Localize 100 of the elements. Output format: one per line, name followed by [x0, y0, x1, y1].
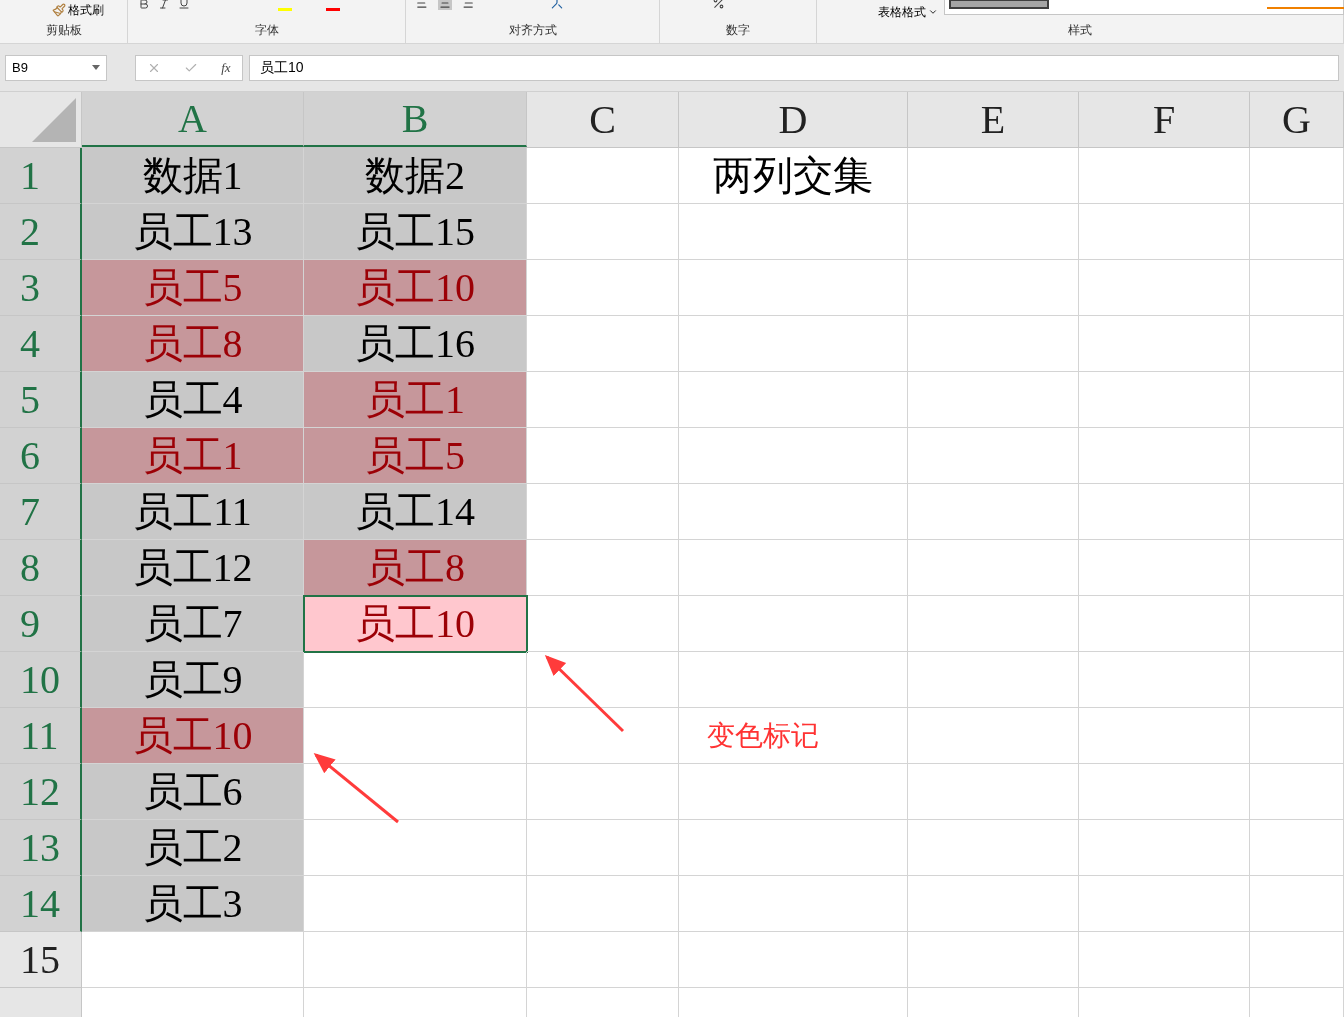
style-swatch[interactable] [949, 0, 1049, 9]
table-cell[interactable] [1250, 652, 1344, 708]
table-cell[interactable] [679, 876, 908, 932]
table-cell[interactable] [527, 652, 679, 708]
table-cell[interactable] [1250, 596, 1344, 652]
table-cell[interactable] [908, 596, 1079, 652]
table-cell[interactable] [527, 708, 679, 764]
percent-icon[interactable] [712, 0, 725, 10]
table-cell[interactable] [679, 820, 908, 876]
table-cell[interactable]: 数据1 [82, 148, 304, 204]
style-gallery[interactable] [944, 0, 1344, 15]
row-header[interactable]: 3 [0, 260, 82, 316]
table-cell[interactable] [304, 876, 527, 932]
table-cell[interactable]: 员工11 [82, 484, 304, 540]
table-cell[interactable] [304, 932, 527, 988]
table-cell[interactable]: 员工10 [304, 596, 527, 652]
table-cell[interactable] [527, 876, 679, 932]
table-cell[interactable]: 员工7 [82, 596, 304, 652]
column-header[interactable]: F [1079, 92, 1250, 147]
row-header[interactable]: 8 [0, 540, 82, 596]
table-cell[interactable] [1250, 876, 1344, 932]
row-header[interactable]: 6 [0, 428, 82, 484]
table-cell[interactable] [1250, 428, 1344, 484]
table-cell[interactable] [1079, 260, 1250, 316]
table-format-button[interactable]: 表格格式 [878, 3, 926, 21]
table-cell[interactable] [527, 484, 679, 540]
table-cell[interactable]: 员工9 [82, 652, 304, 708]
table-cell[interactable]: 员工12 [82, 540, 304, 596]
table-cell[interactable] [1250, 148, 1344, 204]
row-header[interactable]: 15 [0, 932, 82, 988]
table-cell[interactable] [908, 372, 1079, 428]
column-header[interactable]: C [527, 92, 679, 147]
table-cell[interactable]: 员工16 [304, 316, 527, 372]
table-cell[interactable] [527, 820, 679, 876]
table-cell[interactable] [908, 932, 1079, 988]
table-cell[interactable] [908, 876, 1079, 932]
table-cell[interactable]: 员工13 [82, 204, 304, 260]
row-header[interactable]: 4 [0, 316, 82, 372]
dropdown-icon[interactable] [928, 7, 938, 17]
table-cell[interactable] [679, 204, 908, 260]
table-cell[interactable] [908, 764, 1079, 820]
table-cell[interactable] [527, 596, 679, 652]
table-cell[interactable] [1250, 540, 1344, 596]
table-cell[interactable] [1250, 820, 1344, 876]
table-cell[interactable] [1079, 932, 1250, 988]
table-cell[interactable] [679, 260, 908, 316]
paintbrush-icon[interactable] [52, 3, 66, 17]
table-cell[interactable] [1079, 708, 1250, 764]
table-cell[interactable]: 员工4 [82, 372, 304, 428]
table-cell[interactable] [527, 204, 679, 260]
table-cell[interactable] [304, 652, 527, 708]
column-header[interactable]: A [82, 92, 304, 147]
table-cell[interactable] [1250, 484, 1344, 540]
table-cell[interactable] [679, 428, 908, 484]
table-cell[interactable] [908, 820, 1079, 876]
table-cell[interactable] [1079, 372, 1250, 428]
table-cell[interactable] [679, 540, 908, 596]
table-cell[interactable] [679, 316, 908, 372]
table-cell[interactable] [679, 652, 908, 708]
bold-icon[interactable] [138, 0, 150, 10]
table-cell[interactable] [1079, 652, 1250, 708]
table-cell[interactable]: 员工6 [82, 764, 304, 820]
table-cell[interactable]: 员工15 [304, 204, 527, 260]
table-cell[interactable] [1079, 316, 1250, 372]
table-cell[interactable] [908, 148, 1079, 204]
row-header[interactable]: 2 [0, 204, 82, 260]
table-cell[interactable] [527, 316, 679, 372]
table-cell[interactable] [527, 540, 679, 596]
table-cell[interactable] [527, 764, 679, 820]
row-header[interactable]: 7 [0, 484, 82, 540]
table-cell[interactable]: 数据2 [304, 148, 527, 204]
table-cell[interactable] [527, 932, 679, 988]
table-cell[interactable] [1250, 764, 1344, 820]
row-header[interactable]: 13 [0, 820, 82, 876]
formula-input[interactable]: 员工10 [249, 54, 1339, 81]
format-painter-button[interactable]: 格式刷 [68, 1, 104, 19]
table-cell[interactable] [908, 652, 1079, 708]
align-center-icon[interactable] [438, 0, 452, 10]
column-header[interactable]: B [304, 92, 527, 147]
table-cell[interactable] [1250, 260, 1344, 316]
table-cell[interactable] [908, 540, 1079, 596]
table-cell[interactable] [679, 932, 908, 988]
table-cell[interactable] [908, 260, 1079, 316]
table-cell[interactable] [304, 764, 527, 820]
table-cell[interactable] [1079, 764, 1250, 820]
table-cell[interactable] [1079, 876, 1250, 932]
row-header[interactable]: 1 [0, 148, 82, 204]
table-cell[interactable] [1250, 204, 1344, 260]
table-cell[interactable] [527, 148, 679, 204]
table-cell[interactable] [1079, 148, 1250, 204]
table-cell[interactable] [1250, 372, 1344, 428]
row-header[interactable]: 11 [0, 708, 82, 764]
table-cell[interactable] [82, 932, 304, 988]
table-cell[interactable] [1250, 932, 1344, 988]
table-cell[interactable] [1079, 540, 1250, 596]
row-header[interactable]: 12 [0, 764, 82, 820]
table-cell[interactable] [1250, 708, 1344, 764]
row-header[interactable]: 9 [0, 596, 82, 652]
table-cell[interactable] [1079, 820, 1250, 876]
table-cell[interactable] [1079, 484, 1250, 540]
